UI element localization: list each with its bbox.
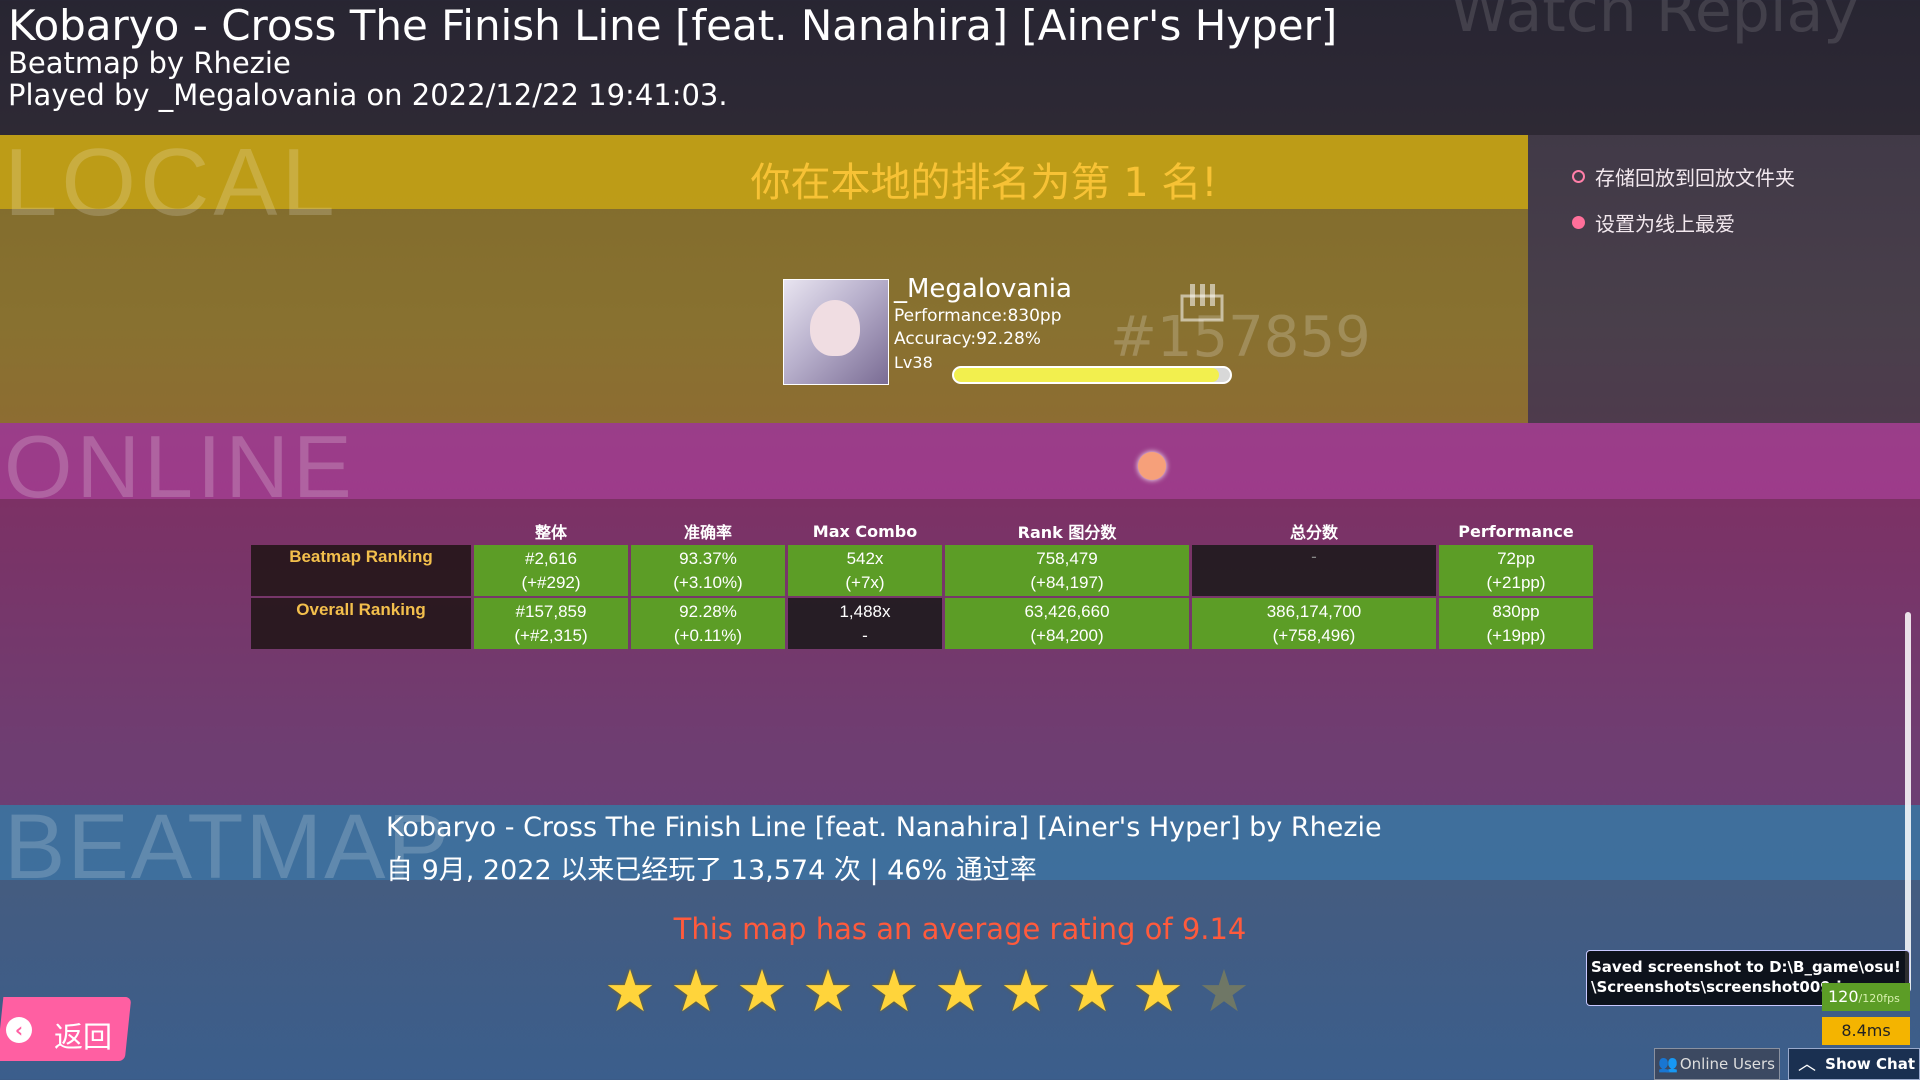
cell-overall: #2,616 (+#292) (474, 545, 628, 596)
star-icon[interactable]: ★ (736, 960, 788, 1022)
cell-value: 1,488x (839, 601, 891, 621)
cell-delta: (+19pp) (1486, 625, 1546, 645)
global-rank-ghost: #157859 (1110, 305, 1371, 370)
col-header-max-combo: Max Combo (812, 521, 918, 541)
col-header-accuracy: 准确率 (683, 523, 732, 542)
cell-overall: #157,859 (+#2,315) (474, 598, 628, 649)
player-name: _Megalovania (894, 274, 1072, 304)
cell-accuracy: 92.28% (+0.11%) (631, 598, 785, 649)
chevron-up-icon: ︿ (1798, 1054, 1816, 1075)
cell-value: 93.37% (679, 548, 737, 568)
level-progress-bar (952, 366, 1232, 384)
beatmap-stats-line: 自 9月, 2022 以来已经玩了 13,574 次 | 46% 通过率 (386, 855, 1037, 886)
song-title: Kobaryo - Cross The Finish Line [feat. N… (8, 1, 1338, 50)
col-header-total-score: 总分数 (1289, 523, 1338, 542)
cell-delta: (+3.10%) (673, 572, 743, 592)
radio-empty-icon (1572, 170, 1585, 183)
star-icon[interactable]: ★ (604, 960, 656, 1022)
cell-value: 542x (846, 548, 884, 568)
star-icon[interactable]: ★ (1132, 960, 1184, 1022)
star-icon[interactable]: ★ (1000, 960, 1052, 1022)
radio-filled-icon (1572, 216, 1585, 229)
table-corner (251, 519, 471, 543)
cell-delta: (+#2,315) (514, 625, 588, 645)
fps-counter: 120/120fps (1822, 983, 1910, 1011)
player-accuracy: Accuracy:92.28% (894, 329, 1041, 349)
cell-delta: (+758,496) (1272, 625, 1356, 645)
set-favourite-label: 设置为线上最爱 (1595, 212, 1735, 236)
col-header-overall: 整体 (534, 523, 567, 542)
average-rating-text: This map has an average rating of 9.14 (673, 912, 1247, 946)
col-header-ranked-score: Rank 图分数 (1017, 523, 1117, 542)
cell-delta: (+84,197) (1030, 572, 1104, 592)
star-icon[interactable]: ★ (934, 960, 986, 1022)
cell-delta: - (862, 625, 868, 645)
star-icon[interactable]: ★ (802, 960, 854, 1022)
frametime-counter: 8.4ms (1822, 1017, 1910, 1045)
back-button-label[interactable]: 返回 (54, 1014, 112, 1056)
cell-max-combo: 1,488x - (788, 598, 942, 649)
player-level: Lv38 (894, 353, 933, 372)
beatmap-creator: Beatmap by Rhezie (8, 46, 291, 80)
save-replay-label: 存储回放到回放文件夹 (1595, 166, 1795, 190)
fps-value: 120 (1828, 987, 1859, 1006)
cell-performance: 72pp (+21pp) (1439, 545, 1593, 596)
scrollbar[interactable] (1905, 612, 1911, 992)
cell-delta: (+21pp) (1486, 572, 1546, 592)
cell-value: 92.28% (679, 601, 737, 621)
cell-value: 63,426,660 (1024, 601, 1110, 621)
mania-mode-icon (1180, 284, 1224, 322)
row-label-overall-ranking: Overall Ranking (251, 598, 471, 649)
beatmap-section-watermark: BEATMAP (4, 796, 451, 898)
cell-delta: (+7x) (845, 572, 885, 592)
cell-value: 72pp (1497, 548, 1535, 568)
watch-replay-watermark: Watch Replay (1450, 0, 1859, 46)
cell-delta: (+84,200) (1030, 625, 1104, 645)
cell-value: #157,859 (515, 601, 587, 621)
star-icon[interactable]: ★ (670, 960, 722, 1022)
cell-ranked-score: 63,426,660 (+84,200) (945, 598, 1189, 649)
fps-limit: /120fps (1858, 992, 1900, 1005)
table-row: Overall Ranking #157,859 (+#2,315) 92.28%… (251, 598, 1593, 649)
star-icon[interactable]: ★ (1198, 960, 1250, 1022)
loading-indicator-icon (1138, 452, 1166, 480)
star-icon[interactable]: ★ (1066, 960, 1118, 1022)
cell-total-score: - (1192, 545, 1436, 596)
avatar-portrait (810, 300, 860, 356)
cell-value: - (1311, 547, 1317, 566)
online-ranking-table: 整体 准确率 Max Combo Rank 图分数 总分数 Performanc… (248, 517, 1596, 651)
notification-line-1: Saved screenshot to D:\B_game\osu! (1591, 958, 1901, 976)
set-favourite-option[interactable]: 设置为线上最爱 (1572, 208, 1735, 237)
users-icon: 👥 (1658, 1054, 1678, 1073)
level-progress-fill (954, 368, 1219, 382)
played-by-info: Played by _Megalovania on 2022/12/22 19:… (8, 78, 728, 112)
cell-ranked-score: 758,479 (+84,197) (945, 545, 1189, 596)
cell-delta: (+0.11%) (673, 625, 743, 645)
cell-total-score: 386,174,700 (+758,496) (1192, 598, 1436, 649)
table-row: Beatmap Ranking #2,616 (+#292) 93.37% (+3.… (251, 545, 1593, 596)
cell-performance: 830pp (+19pp) (1439, 598, 1593, 649)
chevron-left-icon[interactable]: ‹ (6, 1017, 32, 1043)
row-label-beatmap-ranking: Beatmap Ranking (251, 545, 471, 596)
cell-accuracy: 93.37% (+3.10%) (631, 545, 785, 596)
player-performance: Performance:830pp (894, 306, 1062, 326)
cell-max-combo: 542x (+7x) (788, 545, 942, 596)
star-icon[interactable]: ★ (868, 960, 920, 1022)
cell-value: 830pp (1492, 601, 1540, 621)
cell-value: 386,174,700 (1266, 601, 1362, 621)
cell-value: 758,479 (1036, 548, 1098, 568)
cell-value: #2,616 (525, 548, 577, 568)
save-replay-option[interactable]: 存储回放到回放文件夹 (1572, 162, 1795, 191)
beatmap-info-line: Kobaryo - Cross The Finish Line [feat. N… (386, 812, 1382, 843)
cell-delta: (+#292) (521, 572, 581, 592)
col-header-performance: Performance (1458, 521, 1574, 541)
rating-stars[interactable]: ★ ★ ★ ★ ★ ★ ★ ★ ★ ★ (604, 960, 1250, 1022)
